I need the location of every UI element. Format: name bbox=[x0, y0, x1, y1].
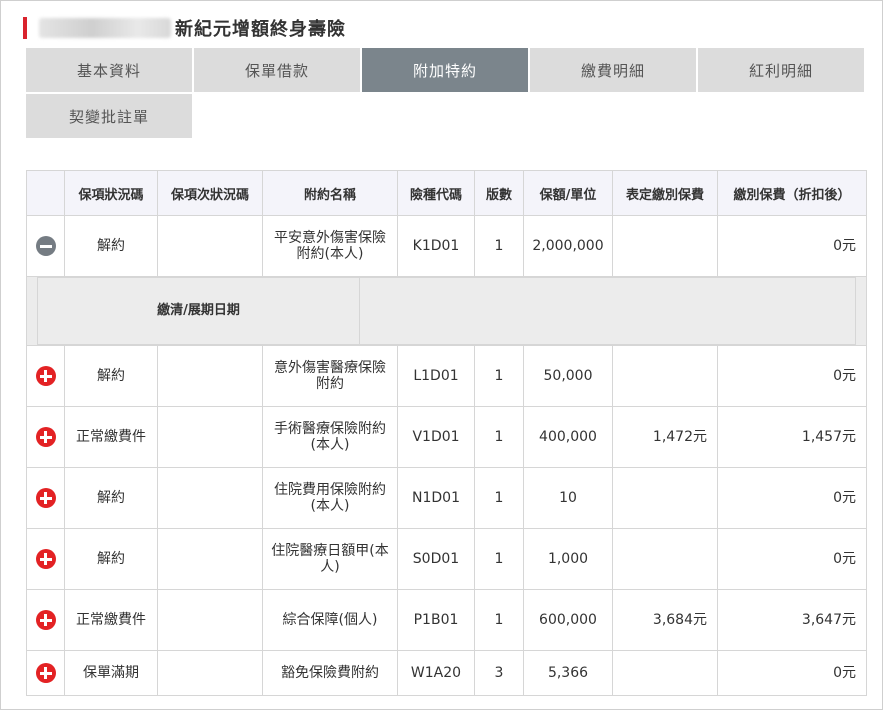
policy-panel: 新紀元增額終身壽險 基本資料 保單借款 附加特約 繳費明細 紅利明細 契變批註單… bbox=[0, 0, 883, 710]
amount-cell: 1,000 bbox=[523, 528, 613, 590]
expand-plus-icon[interactable] bbox=[35, 366, 56, 386]
list-premium-cell bbox=[612, 528, 718, 590]
code-cell: K1D01 bbox=[397, 215, 475, 277]
status-cell: 解約 bbox=[64, 467, 158, 529]
table-row: 保單滿期 豁免保險費附約 W1A20 3 5,366 0元 bbox=[26, 650, 867, 696]
amount-cell: 2,000,000 bbox=[523, 215, 613, 277]
detail-row: 繳清/展期日期 bbox=[26, 276, 867, 346]
version-cell: 1 bbox=[474, 215, 524, 277]
amount-cell: 10 bbox=[523, 467, 613, 529]
expand-plus-icon[interactable] bbox=[35, 427, 56, 447]
tab-dividend-details[interactable]: 紅利明細 bbox=[698, 48, 864, 92]
rider-name-cell: 手術醫療保險附約(本人) bbox=[262, 406, 398, 468]
code-cell: P1B01 bbox=[397, 589, 475, 651]
version-cell: 3 bbox=[474, 650, 524, 696]
code-cell: V1D01 bbox=[397, 406, 475, 468]
redacted-policy-number bbox=[39, 18, 171, 38]
premium-cell: 0元 bbox=[717, 528, 867, 590]
list-premium-cell: 3,684元 bbox=[612, 589, 718, 651]
code-cell: N1D01 bbox=[397, 467, 475, 529]
version-cell: 1 bbox=[474, 406, 524, 468]
rider-name-cell: 住院費用保險附約(本人) bbox=[262, 467, 398, 529]
table-row: 正常繳費件 手術醫療保險附約(本人) V1D01 1 400,000 1,472… bbox=[26, 406, 867, 468]
table-row: 正常繳費件 綜合保障(個人) P1B01 1 600,000 3,684元 3,… bbox=[26, 589, 867, 651]
code-cell: L1D01 bbox=[397, 345, 475, 407]
code-cell: W1A20 bbox=[397, 650, 475, 696]
table-header-row: 保項狀況碼 保項次狀況碼 附約名稱 險種代碼 版數 保額/單位 表定繳別保費 繳… bbox=[26, 170, 867, 216]
list-premium-cell bbox=[612, 467, 718, 529]
rider-name-cell: 住院醫療日額甲(本人) bbox=[262, 528, 398, 590]
panel-header: 新紀元增額終身壽險 bbox=[23, 15, 346, 41]
col-header-toggle bbox=[26, 170, 65, 216]
list-premium-cell bbox=[612, 650, 718, 696]
tab-riders[interactable]: 附加特約 bbox=[362, 48, 528, 92]
table-row: 解約 住院醫療日額甲(本人) S0D01 1 1,000 0元 bbox=[26, 528, 867, 590]
status-cell: 解約 bbox=[64, 215, 158, 277]
premium-cell: 1,457元 bbox=[717, 406, 867, 468]
code-cell: S0D01 bbox=[397, 528, 475, 590]
sub-status-cell bbox=[157, 589, 263, 651]
expand-plus-icon[interactable] bbox=[35, 549, 56, 569]
version-cell: 1 bbox=[474, 467, 524, 529]
sub-status-cell bbox=[157, 650, 263, 696]
list-premium-cell bbox=[612, 345, 718, 407]
paidup-date-value bbox=[359, 277, 856, 345]
tab-contract-change[interactable]: 契變批註單 bbox=[26, 94, 192, 138]
col-header-version: 版數 bbox=[474, 170, 524, 216]
premium-cell: 0元 bbox=[717, 650, 867, 696]
sub-status-cell bbox=[157, 467, 263, 529]
status-cell: 正常繳費件 bbox=[64, 406, 158, 468]
col-header-premium: 繳別保費（折扣後） bbox=[717, 170, 867, 216]
rider-name-cell: 綜合保障(個人) bbox=[262, 589, 398, 651]
tab-policy-loan[interactable]: 保單借款 bbox=[194, 48, 360, 92]
collapse-minus-icon[interactable] bbox=[35, 236, 56, 256]
status-cell: 解約 bbox=[64, 345, 158, 407]
amount-cell: 400,000 bbox=[523, 406, 613, 468]
version-cell: 1 bbox=[474, 589, 524, 651]
riders-table: 保項狀況碼 保項次狀況碼 附約名稱 險種代碼 版數 保額/單位 表定繳別保費 繳… bbox=[26, 170, 867, 696]
page-title: 新紀元增額終身壽險 bbox=[175, 19, 346, 40]
expand-plus-icon[interactable] bbox=[35, 663, 56, 683]
rider-name-cell: 平安意外傷害保險附約(本人) bbox=[262, 215, 398, 277]
list-premium-cell bbox=[612, 215, 718, 277]
table-row: 解約 平安意外傷害保險附約(本人) K1D01 1 2,000,000 0元 bbox=[26, 215, 867, 277]
version-cell: 1 bbox=[474, 345, 524, 407]
col-header-code: 險種代碼 bbox=[397, 170, 475, 216]
detail-table: 繳清/展期日期 bbox=[37, 277, 856, 345]
col-header-rider-name: 附約名稱 bbox=[262, 170, 398, 216]
col-header-status: 保項狀況碼 bbox=[64, 170, 158, 216]
sub-status-cell bbox=[157, 528, 263, 590]
premium-cell: 0元 bbox=[717, 467, 867, 529]
status-cell: 正常繳費件 bbox=[64, 589, 158, 651]
tab-basic-info[interactable]: 基本資料 bbox=[26, 48, 192, 92]
status-cell: 解約 bbox=[64, 528, 158, 590]
sub-status-cell bbox=[157, 345, 263, 407]
expand-plus-icon[interactable] bbox=[35, 488, 56, 508]
sub-status-cell bbox=[157, 215, 263, 277]
amount-cell: 50,000 bbox=[523, 345, 613, 407]
table-row: 解約 住院費用保險附約(本人) N1D01 1 10 0元 bbox=[26, 467, 867, 529]
table-row: 解約 意外傷害醫療保險附約 L1D01 1 50,000 0元 bbox=[26, 345, 867, 407]
sub-status-cell bbox=[157, 406, 263, 468]
amount-cell: 600,000 bbox=[523, 589, 613, 651]
premium-cell: 0元 bbox=[717, 345, 867, 407]
col-header-sub-status: 保項次狀況碼 bbox=[157, 170, 263, 216]
status-cell: 保單滿期 bbox=[64, 650, 158, 696]
paidup-date-label: 繳清/展期日期 bbox=[37, 277, 360, 345]
col-header-amount: 保額/單位 bbox=[523, 170, 613, 216]
expand-plus-icon[interactable] bbox=[35, 610, 56, 630]
premium-cell: 3,647元 bbox=[717, 589, 867, 651]
rider-name-cell: 豁免保險費附約 bbox=[262, 650, 398, 696]
col-header-list-premium: 表定繳別保費 bbox=[612, 170, 718, 216]
list-premium-cell: 1,472元 bbox=[612, 406, 718, 468]
rider-name-cell: 意外傷害醫療保險附約 bbox=[262, 345, 398, 407]
version-cell: 1 bbox=[474, 528, 524, 590]
premium-cell: 0元 bbox=[717, 215, 867, 277]
amount-cell: 5,366 bbox=[523, 650, 613, 696]
tab-payment-details[interactable]: 繳費明細 bbox=[530, 48, 696, 92]
accent-bar bbox=[23, 17, 27, 39]
